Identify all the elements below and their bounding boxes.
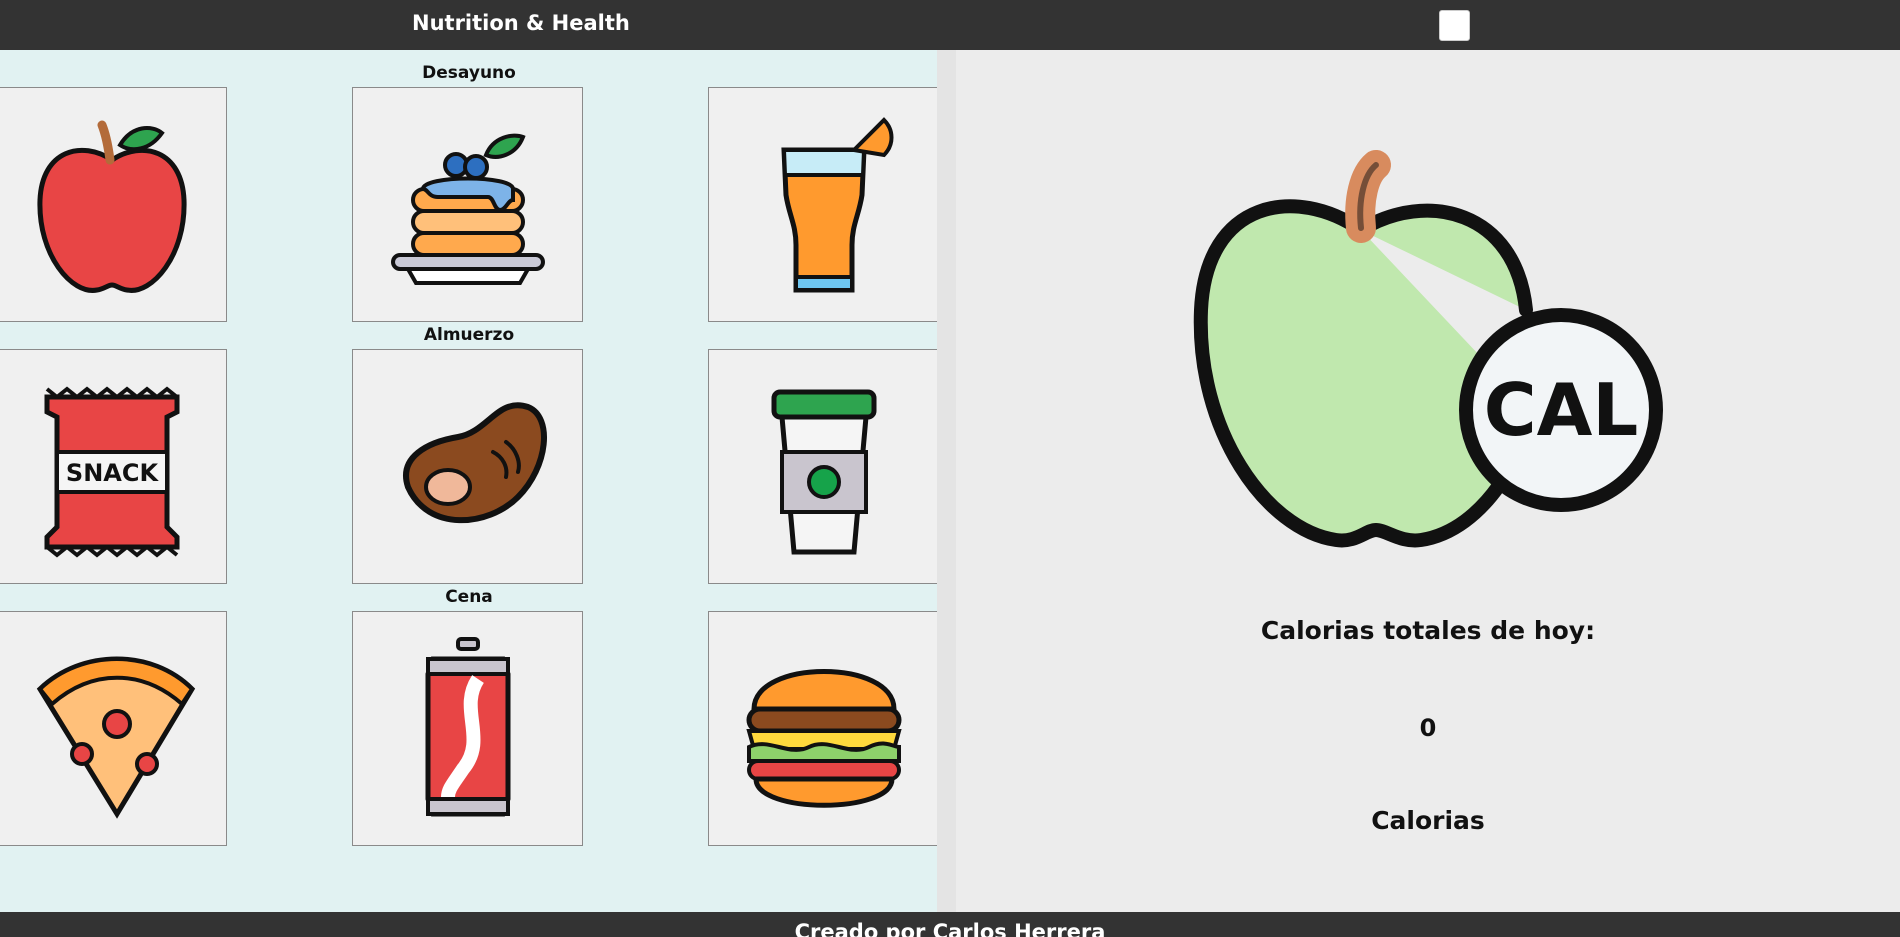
coffee-cup-icon [771, 389, 876, 554]
top-bar: Nutrition & Health [0, 0, 1900, 50]
calories-panel: CAL Calorias totales de hoy: 0 Calorias [956, 50, 1900, 912]
food-card-orange-juice[interactable] [708, 87, 937, 322]
section-title-dinner: Cena [445, 587, 493, 607]
calories-logo-text: CAL [1484, 368, 1638, 452]
food-card-pancakes[interactable] [352, 87, 583, 322]
snack-label: SNACK [65, 459, 159, 487]
calories-heading: Calorias totales de hoy: [1260, 616, 1596, 645]
food-card-apple[interactable] [0, 87, 227, 322]
calories-apple-logo-icon: CAL [1193, 150, 1663, 548]
soda-can-icon [425, 636, 510, 816]
food-card-pizza[interactable] [0, 611, 227, 846]
food-card-snack[interactable]: SNACK [0, 349, 227, 584]
footer-credit: Creado por Carlos Herrera [794, 920, 1106, 937]
calories-unit: Calorias [1371, 806, 1485, 835]
section-title-lunch: Almuerzo [423, 325, 515, 345]
burger-icon [745, 668, 902, 808]
panel-divider [937, 50, 956, 912]
pizza-slice-icon [36, 656, 195, 819]
orange-juice-icon [780, 116, 893, 292]
pancakes-icon [390, 133, 545, 285]
section-title-breakfast: Desayuno [422, 63, 516, 83]
footer: Creado por Carlos Herrera [0, 912, 1900, 937]
calories-value: 0 [1419, 714, 1437, 742]
food-card-coffee[interactable] [708, 349, 937, 584]
food-card-burger[interactable] [708, 611, 937, 846]
theme-toggle-checkbox[interactable] [1439, 10, 1470, 41]
app-title: Nutrition & Health [412, 11, 630, 35]
food-card-steak[interactable] [352, 349, 583, 584]
steak-icon [402, 401, 547, 523]
snack-bag-icon: SNACK [44, 385, 179, 558]
apple-icon [36, 120, 187, 293]
food-menu-panel: Desayuno Almuerzo Cena SNACK [0, 50, 937, 912]
food-card-soda[interactable] [352, 611, 583, 846]
